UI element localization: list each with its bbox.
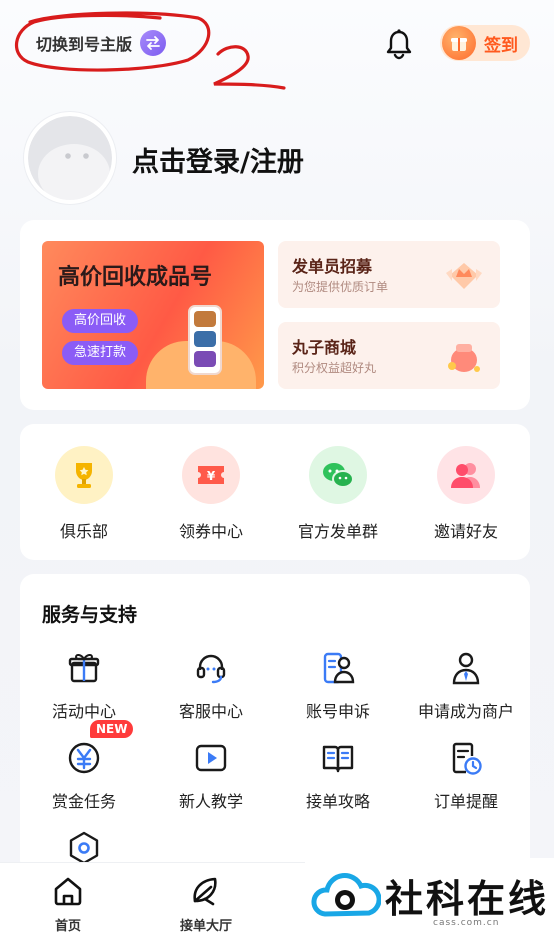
default-avatar-icon: [28, 116, 112, 200]
merchant-icon: [448, 650, 484, 686]
promo-title: 丸子商城: [292, 338, 357, 357]
login-register-link[interactable]: 点击登录/注册: [132, 140, 304, 179]
swap-arrows-icon: [140, 30, 167, 56]
quick-link-official-group[interactable]: 官方发单群: [278, 446, 398, 542]
banner-title: 高价回收成品号: [58, 265, 213, 290]
quick-links-card: 俱乐部 ¥ 领券中心 官方发单群 邀请好友: [20, 424, 530, 560]
service-activity-center[interactable]: 活动中心: [20, 650, 148, 722]
lucky-bag-icon: [448, 344, 480, 372]
service-label: 账号申诉: [305, 702, 370, 721]
bounty-yen-icon: NEW: [66, 720, 134, 776]
service-label: 接单攻略: [305, 792, 370, 811]
quick-link-invite[interactable]: 邀请好友: [406, 446, 526, 542]
recruit-promo[interactable]: 发单员招募 为您提供优质订单: [278, 241, 500, 308]
account-appeal-icon: [320, 650, 356, 686]
tab-home[interactable]: 首页: [18, 875, 118, 934]
people-icon: [437, 446, 495, 504]
service-order-guide[interactable]: 接单攻略: [274, 740, 402, 812]
wechat-icon: [309, 446, 367, 504]
quick-link-coupons[interactable]: ¥ 领券中心: [151, 446, 271, 542]
service-label: 新人教学: [178, 792, 243, 811]
banner-tag: 高价回收: [62, 309, 139, 333]
new-badge: NEW: [90, 720, 134, 738]
leaf-hall-icon: [193, 877, 217, 906]
video-play-icon: [193, 740, 229, 776]
phone-illustration-icon: [188, 305, 222, 375]
service-label: 赏金任务: [51, 792, 116, 811]
promo-subtitle: 为您提供优质订单: [292, 280, 389, 294]
service-bounty-task[interactable]: NEW 赏金任务: [20, 720, 148, 812]
signin-button[interactable]: 签到: [440, 25, 530, 61]
coupon-icon: ¥: [182, 446, 240, 504]
quick-link-label: 领券中心: [178, 522, 243, 541]
service-label: 活动中心: [51, 702, 116, 721]
watermark-url: cass.com.cn: [433, 918, 500, 928]
service-customer-support[interactable]: 客服中心: [147, 650, 275, 722]
services-card: 服务与支持 活动中心 客服中心 账号申诉 申请成为商户 NEW 赏金任务 新人教…: [20, 574, 530, 874]
section-title: 服务与支持: [42, 604, 138, 626]
watermark: 社科在线 cass.com.cn: [305, 858, 554, 937]
switch-version-button[interactable]: 切换到号主版: [26, 26, 176, 60]
mall-promo[interactable]: 丸子商城 积分权益超好丸: [278, 322, 500, 389]
quick-link-label: 邀请好友: [433, 522, 498, 541]
promo-card: 高价回收成品号 高价回收 急速打款 发单员招募 为您提供优质订单 丸子商城 积分…: [20, 220, 530, 410]
service-label: 申请成为商户: [417, 702, 514, 721]
quick-link-label: 官方发单群: [297, 522, 378, 541]
notification-bell-icon[interactable]: [384, 28, 414, 60]
service-account-appeal[interactable]: 账号申诉: [274, 650, 402, 722]
service-order-reminder[interactable]: 订单提醒: [402, 740, 530, 812]
service-newbie-tutorial[interactable]: 新人教学: [147, 740, 275, 812]
quick-link-club[interactable]: 俱乐部: [24, 446, 144, 542]
recycle-banner[interactable]: 高价回收成品号 高价回收 急速打款: [42, 241, 264, 389]
service-settings[interactable]: [20, 830, 148, 866]
avatar[interactable]: [24, 112, 116, 204]
banner-tag: 急速打款: [62, 341, 139, 365]
promo-title: 发单员招募: [292, 257, 373, 276]
promo-subtitle: 积分权益超好丸: [292, 361, 377, 375]
signin-label: 签到: [484, 36, 518, 56]
svg-text:¥: ¥: [207, 469, 216, 483]
order-clock-icon: [448, 740, 484, 776]
tab-order-hall[interactable]: 接单大厅: [156, 875, 256, 934]
gift-box-icon: [442, 26, 476, 60]
service-label: 客服中心: [178, 702, 243, 721]
trophy-icon: [55, 446, 113, 504]
headset-icon: [193, 650, 229, 686]
book-icon: [320, 740, 356, 776]
quick-link-label: 俱乐部: [59, 522, 108, 541]
crown-badge-icon: [446, 263, 482, 289]
gift-icon: [66, 650, 102, 686]
top-bar: 切换到号主版 签到: [0, 0, 554, 84]
tab-label: 接单大厅: [179, 919, 232, 934]
home-icon: [54, 877, 82, 906]
watermark-text: 社科在线: [385, 877, 550, 921]
service-label: 订单提醒: [433, 792, 498, 811]
cloud-logo-icon: [311, 873, 381, 917]
settings-hexagon-icon: [66, 830, 102, 866]
tab-label: 首页: [54, 919, 81, 934]
service-apply-merchant[interactable]: 申请成为商户: [402, 650, 530, 722]
switch-version-label: 切换到号主版: [36, 35, 133, 54]
